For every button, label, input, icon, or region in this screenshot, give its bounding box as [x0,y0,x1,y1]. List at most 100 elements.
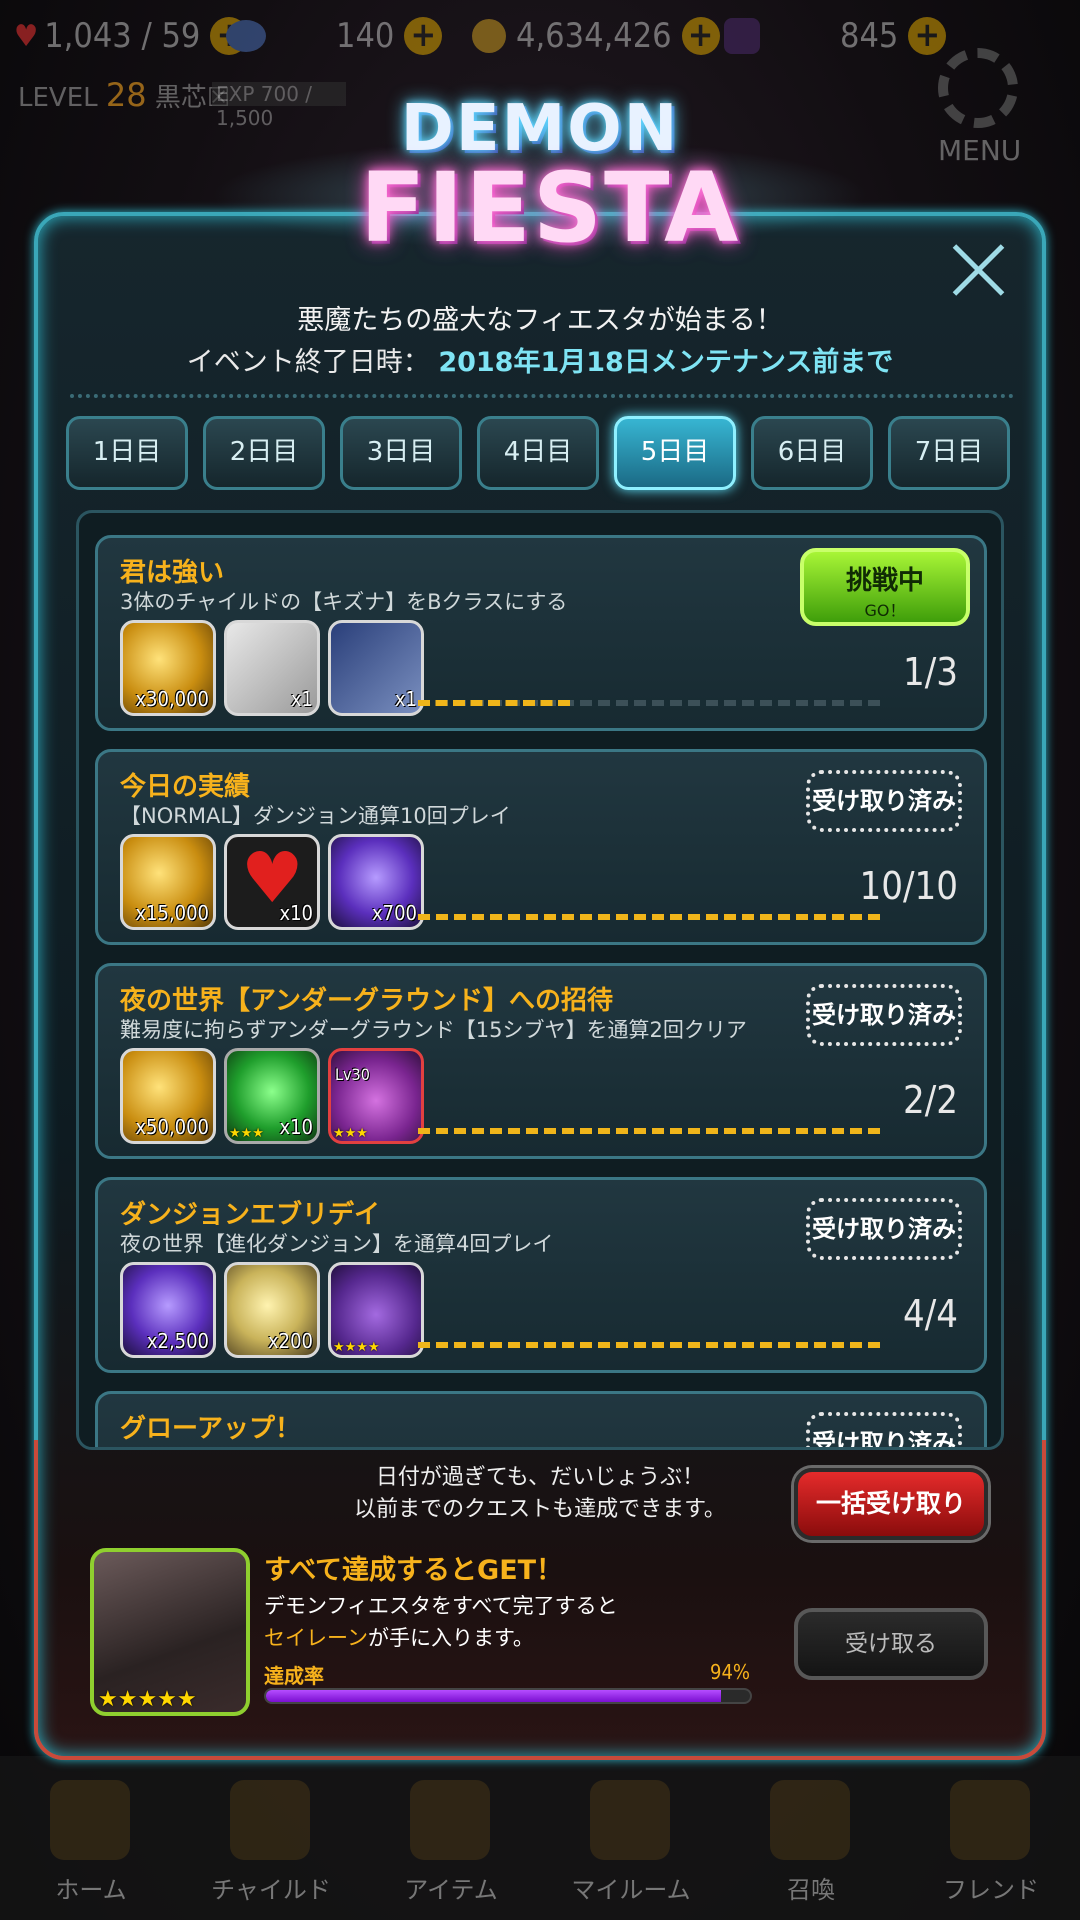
rarity-stars: ★★★ [333,1126,368,1141]
mission-title: グローアップ！ [120,1414,301,1444]
mission-progress: 4/4 [902,1292,958,1336]
ticket-icon: x1 [328,620,424,716]
tab-day-1[interactable]: 1日目 [66,416,188,490]
mission-card: グローアップ！ 受け取り済み [95,1391,987,1447]
gold-value: 4,634,426 [516,16,672,56]
tab-day-5[interactable]: 5日目 [614,416,736,490]
mission-card: ダンジョンエブリデイ 夜の世界【進化ダンジョン】を通算4回プレイ x2,500 … [95,1177,987,1373]
nav-friend[interactable]: フレンド [916,1870,1066,1905]
mission-progress: 10/10 [859,864,958,908]
progress-bar [418,700,880,712]
mission-title: ダンジョンエブリデイ [120,1200,381,1230]
completion-rate-bar [264,1688,752,1704]
complete-reward-desc-line2: セイレーンが手に入ります。 [264,1622,618,1654]
completion-rate-label: 達成率 [264,1664,324,1688]
complete-reward-desc: デモンフィエスタをすべて完了すると セイレーンが手に入ります。 [264,1590,618,1654]
event-subtitle: 悪魔たちの盛大なフィエスタが始まる！ [297,305,783,336]
completion-rate-value: 94% [710,1660,750,1684]
mission-desc: 【NORMAL】ダンジョン通算10回プレイ [120,804,511,828]
reward-qty: x1 [290,687,313,711]
reward-qty: x10 [279,1115,313,1139]
resource-bar: ♥ 1,043 / 59 + 140 + 4,634,426 + 845 + [0,0,1080,72]
stamina-display: ♥ 1,043 / 59 + [14,14,249,58]
progress-bar [418,1342,880,1354]
nav-item[interactable]: アイテム [376,1870,526,1905]
monster-level: Lv30 [335,1065,370,1084]
add-gold-button[interactable]: + [681,17,720,55]
mission-title: 夜の世界【アンダーグラウンド】への招待 [120,986,613,1016]
nav-child[interactable]: チャイルド [196,1870,346,1905]
platinum-card-icon: x1 [224,620,320,716]
progress-fill [418,1342,880,1354]
claimed-button[interactable]: 受け取り済み [806,984,962,1046]
bulk-receive-button[interactable]: 一括受け取り [794,1468,988,1540]
tab-day-2[interactable]: 2日目 [203,416,325,490]
nav-home[interactable]: ホーム [16,1870,166,1905]
add-soul-button[interactable]: + [908,17,947,55]
complete-reward-desc-line1: デモンフィエスタをすべて完了すると [264,1594,618,1618]
reward-qty: x10 [279,901,313,925]
gems-display: 140 + [226,14,443,58]
gold-icon [472,19,506,53]
tab-day-6[interactable]: 6日目 [751,416,873,490]
receive-button[interactable]: 受け取る [794,1608,988,1680]
reward-character-portrait: ★★★★★ [90,1548,250,1716]
progress-bar [418,914,880,926]
mission-desc: 3体のチャイルドの【キズナ】をBクラスにする [120,590,568,614]
gold-display: 4,634,426 + [472,14,720,58]
reward-character-name: セイレーン [264,1626,368,1650]
monster-icon: Lv30 ★★★ [328,1048,424,1144]
footer-note: 日付が過ぎても、だいじょうぶ！ 以前までのクエストも達成できます。 [280,1462,800,1526]
mission-desc: 難易度に拘らずアンダーグラウンド【15シブヤ】を通算2回クリア [120,1018,747,1042]
mission-desc: 夜の世界【進化ダンジョン】を通算4回プレイ [120,1232,554,1256]
heart-icon: x10 [224,834,320,930]
progress-fill [418,700,571,712]
heart-icon: ♥ [14,18,39,54]
mission-list[interactable]: 君は強い 3体のチャイルドの【キズナ】をBクラスにする x30,000 x1 x… [76,510,1004,1450]
mission-card: 君は強い 3体のチャイルドの【キズナ】をBクラスにする x30,000 x1 x… [95,535,987,731]
rarity-stars: ★★★ [229,1126,264,1141]
tab-day-3[interactable]: 3日目 [340,416,462,490]
level-label: LEVEL [18,83,98,113]
soul-value: 845 [840,16,899,56]
gold-coins-icon: x15,000 [120,834,216,930]
mission-progress: 2/2 [902,1078,958,1122]
challenge-button[interactable]: 挑戦中 GO！ [800,548,970,626]
reward-qty: x2,500 [146,1329,209,1353]
rarity-stars: ★★★★ [333,1340,380,1355]
footer-note-line1: 日付が過ぎても、だいじょうぶ！ [375,1465,705,1490]
item-icon[interactable] [410,1780,490,1860]
close-icon[interactable] [950,242,1006,298]
myroom-icon[interactable] [590,1780,670,1860]
gold-coins-icon: x50,000 [120,1048,216,1144]
tab-day-4[interactable]: 4日目 [477,416,599,490]
day-tabs: 1日目 2日目 3日目 4日目 5日目 6日目 7日目 [66,416,1016,490]
mission-card: 夜の世界【アンダーグラウンド】への招待 難易度に拘らずアンダーグラウンド【15シ… [95,963,987,1159]
reward-qty: x15,000 [135,901,209,925]
mission-card: 今日の実績 【NORMAL】ダンジョン通算10回プレイ x15,000 x10 … [95,749,987,945]
home-icon[interactable] [50,1780,130,1860]
claimed-button[interactable]: 受け取り済み [806,1198,962,1260]
event-end-line: イベント終了日時： 2018年1月18日メンテナンス前まで [0,340,1080,379]
gear-icon[interactable] [938,48,1018,128]
divider [70,394,1014,398]
nav-myroom[interactable]: マイルーム [556,1870,706,1905]
add-gems-button[interactable]: + [404,17,443,55]
friend-icon[interactable] [950,1780,1030,1860]
reward-qty: x50,000 [135,1115,209,1139]
soul-icon [724,18,760,54]
gold-coins-icon: x30,000 [120,620,216,716]
challenge-sublabel: GO！ [864,601,906,620]
child-icon[interactable] [230,1780,310,1860]
menu-label[interactable]: MENU [938,134,1021,167]
mission-title: 今日の実績 [120,772,251,802]
mission-progress: 1/3 [902,650,958,694]
tab-day-7[interactable]: 7日目 [888,416,1010,490]
rarity-stars: ★★★★★ [98,1687,197,1712]
claimed-button[interactable]: 受け取り済み [806,1412,962,1447]
claimed-button[interactable]: 受け取り済み [806,770,962,832]
gem-icon [226,20,266,52]
summon-icon[interactable] [770,1780,850,1860]
player-level: LEVEL 28 黒芯☒ [18,76,230,114]
nav-summon[interactable]: 召喚 [736,1870,886,1905]
